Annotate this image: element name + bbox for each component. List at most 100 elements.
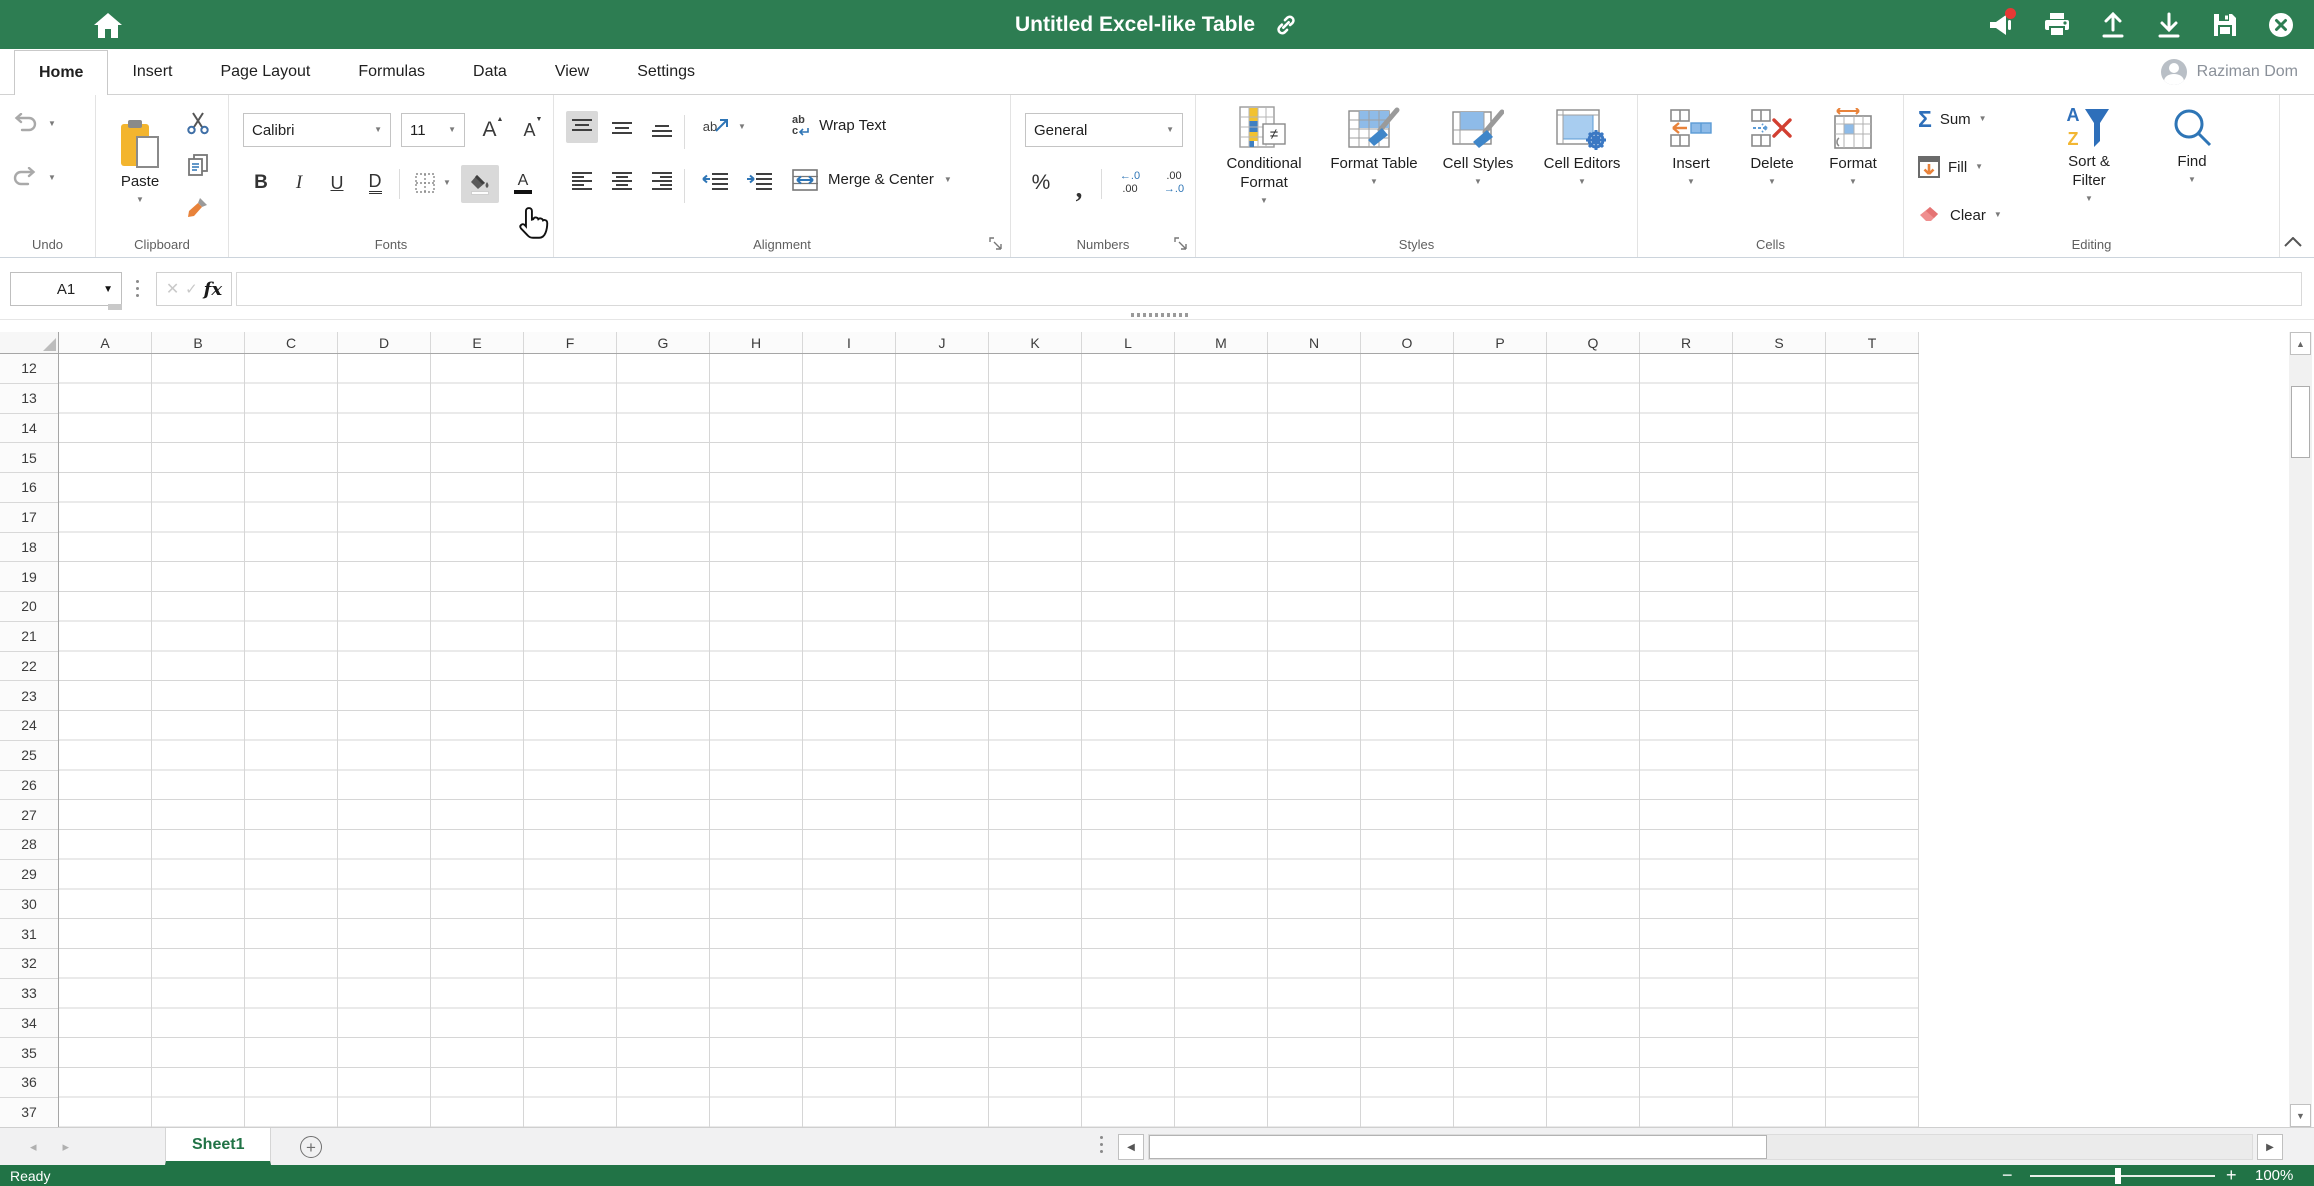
scroll-up-button[interactable]: ▲ — [2290, 332, 2311, 355]
column-header-M[interactable]: M — [1175, 332, 1268, 353]
increase-indent-button[interactable] — [740, 165, 778, 197]
undo-button[interactable]: ▼ — [12, 113, 56, 135]
confirm-entry-button[interactable]: ✓ — [185, 280, 198, 298]
row-header-37[interactable]: 37 — [0, 1098, 58, 1127]
conditional-format-button[interactable]: ≠ Conditional Format ▼ — [1210, 103, 1318, 205]
vertical-scrollbar[interactable]: ▲ ▼ — [2289, 332, 2312, 1127]
font-name-select[interactable]: Calibri ▼ — [243, 113, 391, 147]
double-underline-button[interactable]: D — [359, 167, 391, 199]
number-format-select[interactable]: General ▼ — [1025, 113, 1183, 147]
italic-button[interactable]: I — [283, 167, 315, 199]
tabbar-splitter[interactable] — [1100, 1136, 1103, 1153]
column-header-C[interactable]: C — [245, 332, 338, 353]
user-account[interactable]: Raziman Dom — [2161, 49, 2298, 95]
redo-button[interactable]: ▼ — [12, 167, 56, 189]
row-header-27[interactable]: 27 — [0, 800, 58, 830]
row-header-23[interactable]: 23 — [0, 681, 58, 711]
row-header-14[interactable]: 14 — [0, 414, 58, 444]
column-header-K[interactable]: K — [989, 332, 1082, 353]
add-sheet-button[interactable]: + — [300, 1136, 322, 1158]
row-header-28[interactable]: 28 — [0, 830, 58, 860]
row-header-30[interactable]: 30 — [0, 890, 58, 920]
fill-color-button[interactable] — [461, 165, 499, 203]
row-header-25[interactable]: 25 — [0, 741, 58, 771]
zoom-slider[interactable] — [2030, 1175, 2215, 1177]
row-header-24[interactable]: 24 — [0, 711, 58, 741]
row-header-19[interactable]: 19 — [0, 562, 58, 592]
align-center-button[interactable] — [606, 165, 638, 197]
borders-caret-button[interactable]: ▼ — [443, 179, 451, 187]
column-header-Q[interactable]: Q — [1547, 332, 1640, 353]
column-header-N[interactable]: N — [1268, 332, 1361, 353]
menu-tab-insert[interactable]: Insert — [108, 49, 196, 94]
row-header-16[interactable]: 16 — [0, 473, 58, 503]
home-button[interactable] — [88, 8, 128, 42]
zoom-slider-thumb[interactable] — [2115, 1168, 2121, 1184]
formula-input[interactable] — [236, 272, 2302, 306]
shrink-font-button[interactable]: A ▼ — [515, 114, 551, 146]
wrap-text-button[interactable]: ab c Wrap Text — [792, 115, 886, 137]
upload-button[interactable] — [2096, 8, 2130, 42]
decrease-decimal-button[interactable]: .00→.0 — [1153, 167, 1195, 199]
row-header-32[interactable]: 32 — [0, 949, 58, 979]
vertical-scroll-thumb[interactable] — [2291, 386, 2310, 458]
column-header-E[interactable]: E — [431, 332, 524, 353]
row-header-36[interactable]: 36 — [0, 1068, 58, 1098]
orientation-caret-button[interactable]: ▼ — [738, 123, 746, 131]
delete-cells-button[interactable]: Delete ▼ — [1736, 103, 1808, 186]
format-table-button[interactable]: Format Table ▼ — [1324, 103, 1424, 186]
orientation-button[interactable]: ab — [694, 111, 726, 143]
zoom-in-button[interactable]: + — [2226, 1165, 2237, 1186]
font-size-select[interactable]: 11 ▼ — [401, 113, 465, 147]
menu-tab-data[interactable]: Data — [449, 49, 531, 94]
row-header-20[interactable]: 20 — [0, 592, 58, 622]
sheet-tab-sheet1[interactable]: Sheet1 — [165, 1128, 271, 1165]
paste-button[interactable]: Paste ▼ — [108, 101, 172, 223]
formula-bar-splitter[interactable] — [136, 280, 139, 297]
underline-button[interactable]: U — [321, 167, 353, 199]
prev-sheet-button[interactable]: ◂ — [30, 1139, 37, 1155]
column-header-F[interactable]: F — [524, 332, 617, 353]
row-header-26[interactable]: 26 — [0, 771, 58, 801]
announcements-button[interactable] — [1984, 8, 2018, 42]
merge-center-button[interactable]: Merge & Center ▼ — [792, 169, 952, 191]
find-button[interactable]: Find ▼ — [2152, 101, 2232, 184]
align-right-button[interactable] — [646, 165, 678, 197]
align-top-button[interactable] — [566, 111, 598, 143]
name-box-resize-notch[interactable] — [108, 304, 122, 310]
copy-button[interactable] — [182, 149, 214, 181]
zoom-out-button[interactable]: − — [2002, 1165, 2013, 1186]
align-left-button[interactable] — [566, 165, 598, 197]
row-header-12[interactable]: 12 — [0, 354, 58, 384]
scroll-down-button[interactable]: ▼ — [2290, 1104, 2311, 1127]
comma-button[interactable]: , — [1063, 167, 1095, 199]
scroll-left-button[interactable]: ◀ — [1118, 1134, 1144, 1160]
horizontal-scrollbar[interactable] — [1148, 1134, 2253, 1160]
column-header-G[interactable]: G — [617, 332, 710, 353]
decrease-indent-button[interactable] — [696, 165, 734, 197]
column-header-P[interactable]: P — [1454, 332, 1547, 353]
align-bottom-button[interactable] — [646, 111, 678, 143]
column-header-B[interactable]: B — [152, 332, 245, 353]
cells-grid[interactable] — [59, 354, 1919, 1127]
row-header-29[interactable]: 29 — [0, 860, 58, 890]
column-header-I[interactable]: I — [803, 332, 896, 353]
sum-button[interactable]: Σ Sum ▼ — [1918, 103, 1987, 135]
row-header-17[interactable]: 17 — [0, 503, 58, 533]
bold-button[interactable]: B — [245, 167, 277, 199]
column-header-S[interactable]: S — [1733, 332, 1826, 353]
column-header-O[interactable]: O — [1361, 332, 1454, 353]
column-header-L[interactable]: L — [1082, 332, 1175, 353]
clear-button[interactable]: Clear ▼ — [1918, 199, 2002, 231]
fill-button[interactable]: Fill ▼ — [1918, 151, 1983, 183]
name-box[interactable]: A1 ▼ — [10, 272, 122, 306]
menu-tab-home[interactable]: Home — [14, 50, 108, 95]
next-sheet-button[interactable]: ▸ — [63, 1139, 70, 1155]
menu-tab-page-layout[interactable]: Page Layout — [196, 49, 334, 94]
cell-editors-button[interactable]: Cell Editors ▼ — [1532, 103, 1632, 186]
row-header-15[interactable]: 15 — [0, 443, 58, 473]
download-button[interactable] — [2152, 8, 2186, 42]
align-middle-button[interactable] — [606, 111, 638, 143]
row-header-21[interactable]: 21 — [0, 622, 58, 652]
row-header-22[interactable]: 22 — [0, 652, 58, 682]
